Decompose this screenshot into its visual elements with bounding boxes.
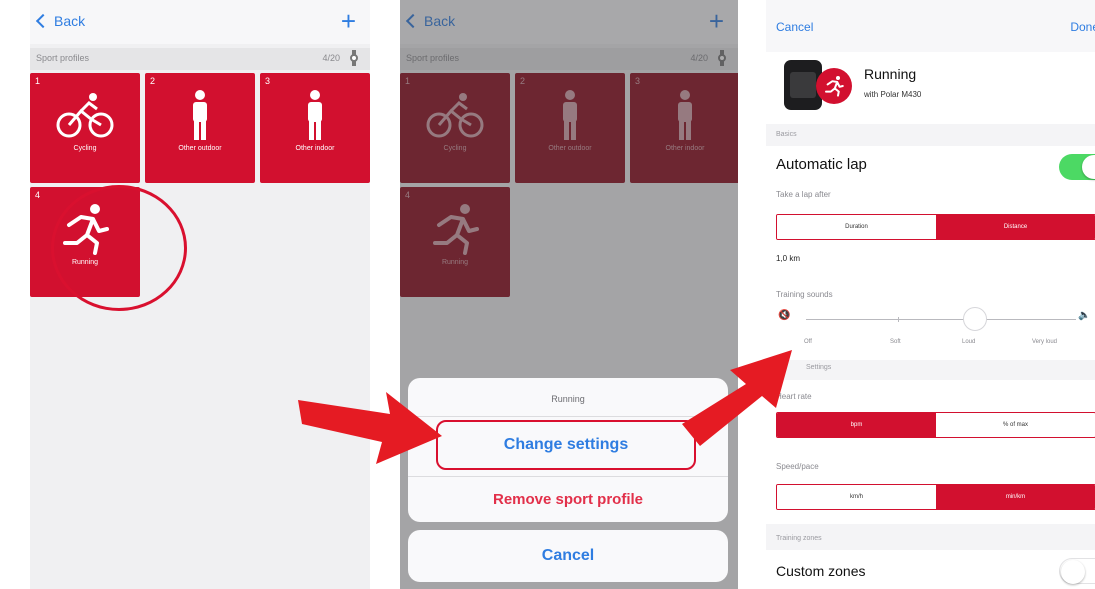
tile-number: 3 [265,76,271,86]
sounds-slider-knob[interactable] [963,307,987,331]
highlight-circle [51,185,187,311]
chevron-left-icon [35,13,51,29]
divider [408,476,728,477]
tile-label: Other outdoor [178,145,222,152]
profile-subtitle: with Polar M430 [864,90,922,99]
tile-number: 1 [35,76,41,86]
sound-level-very-loud: Very loud [1032,339,1058,345]
section-settings: Settings [806,364,832,371]
slider-tick [898,317,899,322]
back-label: Back [54,13,86,29]
sport-settings-screen: Cancel Done Running with Polar M430 Basi… [766,0,1095,589]
heart-rate-segmented-control: bpm % of max [776,412,1095,438]
remove-sport-profile-button[interactable]: Remove sport profile [408,482,728,516]
tile-number: 2 [150,76,156,86]
lap-distance-value: 1,0 km [776,254,801,263]
sound-level-off: Off [804,339,812,345]
training-sounds-label: Training sounds [776,290,833,299]
segment-distance[interactable]: Distance [936,215,1095,239]
settings-group: Heart rate bpm % of max Speed/pace km/h … [766,380,1095,524]
segment-kmh[interactable]: km/h [777,485,936,509]
watch-icon [350,50,358,66]
custom-zones-label: Custom zones [776,563,866,579]
back-button[interactable]: Back [35,13,86,29]
section-basics: Basics [776,131,797,138]
lap-segmented-control: Duration Distance [776,214,1095,240]
cancel-button[interactable]: Cancel [408,530,728,582]
nav-bar: Cancel Done [766,0,1095,52]
tile-number: 4 [35,190,41,200]
sounds-slider-track[interactable] [806,319,1076,320]
sport-profiles-screen: Back + Sport profiles 4/20 1 Cycling 2 O… [30,0,370,589]
running-icon [825,76,844,97]
nav-bar: Back + [30,0,370,44]
speaker-icon: 🔈 [1078,310,1091,321]
plus-icon[interactable]: + [341,8,356,34]
sport-tile-other-indoor[interactable]: 3 Other indoor [260,73,370,183]
annotation-arrow-right-icon [298,392,442,464]
profile-title: Running [864,66,917,82]
section-title: Sport profiles [36,53,90,63]
basics-group: Automatic lap Take a lap after Duration … [766,146,1095,360]
sport-tile-cycling[interactable]: 1 Cycling [30,73,140,183]
section-header: Sport profiles 4/20 [30,48,370,70]
cycling-icon [56,93,114,138]
segment-percent-max[interactable]: % of max [936,413,1095,437]
cancel-sheet: Cancel [408,530,728,582]
annotation-arrow-up-right-icon [682,350,792,446]
sound-level-loud: Loud [962,339,976,345]
section-training-zones: Training zones [776,535,822,542]
speed-pace-segmented-control: km/h min/km [776,484,1095,510]
automatic-lap-label: Automatic lap [776,156,867,173]
person-icon [308,90,322,140]
mute-icon: 🔇 [778,310,791,321]
segment-duration[interactable]: Duration [777,215,936,239]
sound-level-soft: Soft [890,339,901,345]
change-settings-button[interactable]: Change settings [436,420,696,470]
sport-tile-other-outdoor[interactable]: 2 Other outdoor [145,73,255,183]
custom-zones-toggle[interactable] [1059,558,1095,584]
cancel-link[interactable]: Cancel [776,20,813,34]
zones-group: Custom zones [766,550,1095,589]
running-badge-icon [816,68,852,104]
profile-count: 4/20 [322,53,340,63]
tile-label: Cycling [73,145,97,152]
sport-profile-actions-screen: Back + Sport profiles 4/20 1 Cycling 2 O… [400,0,738,589]
tile-label: Other indoor [295,145,335,152]
profile-header: Running with Polar M430 [766,52,1095,124]
person-icon [193,90,207,140]
take-lap-after-label: Take a lap after [776,190,831,199]
segment-min-km[interactable]: min/km [936,485,1095,509]
speed-pace-label: Speed/pace [776,462,819,471]
segment-bpm[interactable]: bpm [777,413,936,437]
done-link[interactable]: Done [1070,20,1095,34]
automatic-lap-toggle[interactable] [1059,154,1095,180]
